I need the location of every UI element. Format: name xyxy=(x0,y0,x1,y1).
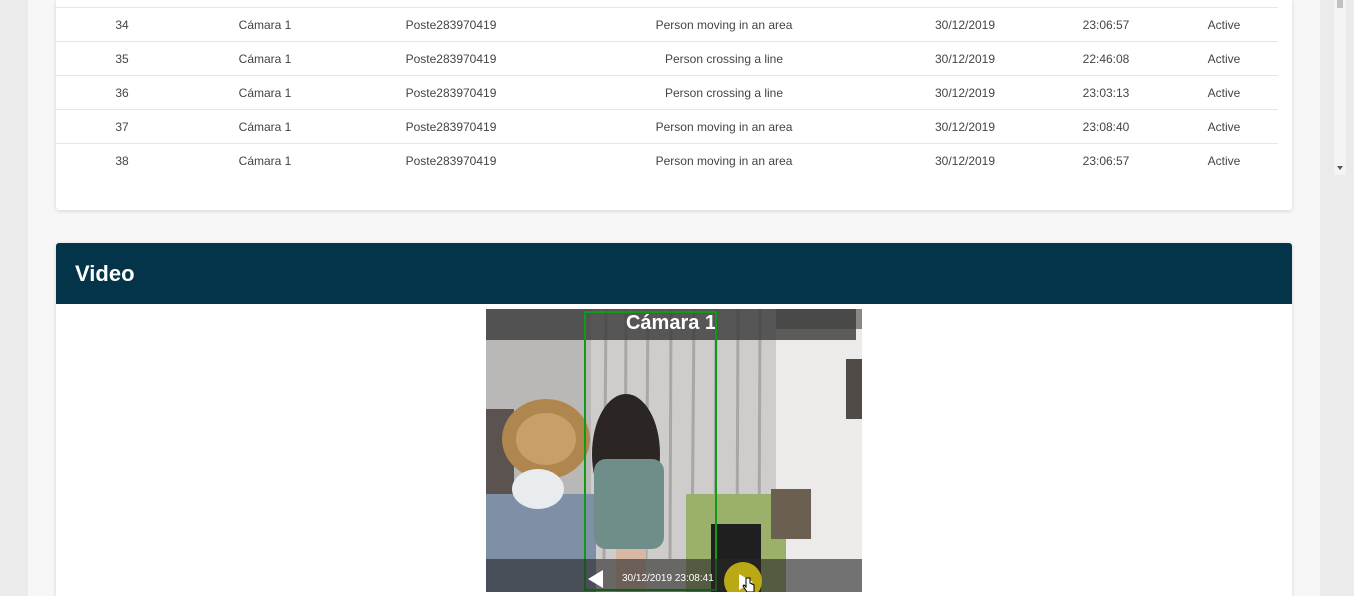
date-cell: 30/12/2019 xyxy=(888,41,1042,76)
device-cell: Poste283970419 xyxy=(342,41,560,76)
scroll-down-arrow-icon[interactable] xyxy=(1337,166,1343,170)
hand-cursor-icon xyxy=(742,577,755,592)
event-cell: Person moving in an area xyxy=(560,8,888,42)
time-cell: 23:06:57 xyxy=(1042,143,1170,175)
alert-id-cell: 36 xyxy=(56,75,188,110)
video-panel-header: Video xyxy=(56,243,1292,304)
date-cell: 30/12/2019 xyxy=(888,75,1042,110)
camera-cell: Cámara 1 xyxy=(188,75,342,110)
event-cell: Person crossing a line xyxy=(560,75,888,110)
scrollbar-thumb[interactable] xyxy=(1337,0,1343,8)
alert-id-cell: 35 xyxy=(56,41,188,76)
status-cell: Active xyxy=(1170,8,1278,42)
date-cell: 30/12/2019 xyxy=(888,8,1042,42)
playback-controls: 30/12/2019 23:08:41 xyxy=(486,559,862,592)
device-cell: Poste283970419 xyxy=(342,109,560,144)
status-cell: Active xyxy=(1170,109,1278,144)
device-cell: Poste283970419 xyxy=(342,8,560,42)
status-cell: Active xyxy=(1170,143,1278,175)
event-cell: Person crossing a line xyxy=(560,41,888,76)
detection-bounding-box xyxy=(584,311,717,591)
status-cell: Active xyxy=(1170,75,1278,110)
alert-id-cell: 38 xyxy=(56,143,188,175)
table-row[interactable]: 37 Cámara 1 Poste283970419 Person moving in… xyxy=(56,109,1278,144)
date-cell: 30/12/2019 xyxy=(888,143,1042,175)
alert-id-cell: 34 xyxy=(56,8,188,42)
alert-id-cell: 37 xyxy=(56,109,188,144)
camera-cell: Cámara 1 xyxy=(188,109,342,144)
table-row[interactable]: 34 Cámara 1 Poste283970419 Person moving in… xyxy=(56,8,1278,42)
camera-cell: Cámara 1 xyxy=(188,8,342,42)
time-cell: 22:46:08 xyxy=(1042,41,1170,76)
video-panel-title: Video xyxy=(75,260,135,286)
event-cell: Person moving in an area xyxy=(560,109,888,144)
table-row[interactable]: 35 Cámara 1 Poste283970419 Person crossing … xyxy=(56,41,1278,76)
video-panel: Video Cámara 1 30/12/2019 23:08:41 xyxy=(56,243,1292,596)
video-player[interactable]: Cámara 1 30/12/2019 23:08:41 xyxy=(486,309,862,592)
table-scrollbar[interactable] xyxy=(1334,0,1346,175)
event-cell: Person moving in an area xyxy=(560,143,888,175)
status-cell: Active xyxy=(1170,41,1278,76)
camera-cell: Cámara 1 xyxy=(188,143,342,175)
previous-frame-button[interactable] xyxy=(588,570,603,588)
device-cell: Poste283970419 xyxy=(342,143,560,175)
device-cell: Poste283970419 xyxy=(342,75,560,110)
time-cell: 23:03:13 xyxy=(1042,75,1170,110)
table-row[interactable]: 38 Cámara 1 Poste283970419 Person moving in… xyxy=(56,143,1278,175)
alerts-table-card: 34 Cámara 1 Poste283970419 Person moving in… xyxy=(56,0,1346,210)
table-divider xyxy=(56,7,1278,8)
time-cell: 23:06:57 xyxy=(1042,8,1170,42)
playback-timestamp: 30/12/2019 23:08:41 xyxy=(622,573,714,584)
camera-cell: Cámara 1 xyxy=(188,41,342,76)
date-cell: 30/12/2019 xyxy=(888,109,1042,144)
alerts-table-scroll-area[interactable]: 34 Cámara 1 Poste283970419 Person moving in… xyxy=(56,0,1278,175)
time-cell: 23:08:40 xyxy=(1042,109,1170,144)
table-row[interactable]: 36 Cámara 1 Poste283970419 Person crossing … xyxy=(56,75,1278,110)
alerts-table: 34 Cámara 1 Poste283970419 Person moving in… xyxy=(56,8,1278,175)
